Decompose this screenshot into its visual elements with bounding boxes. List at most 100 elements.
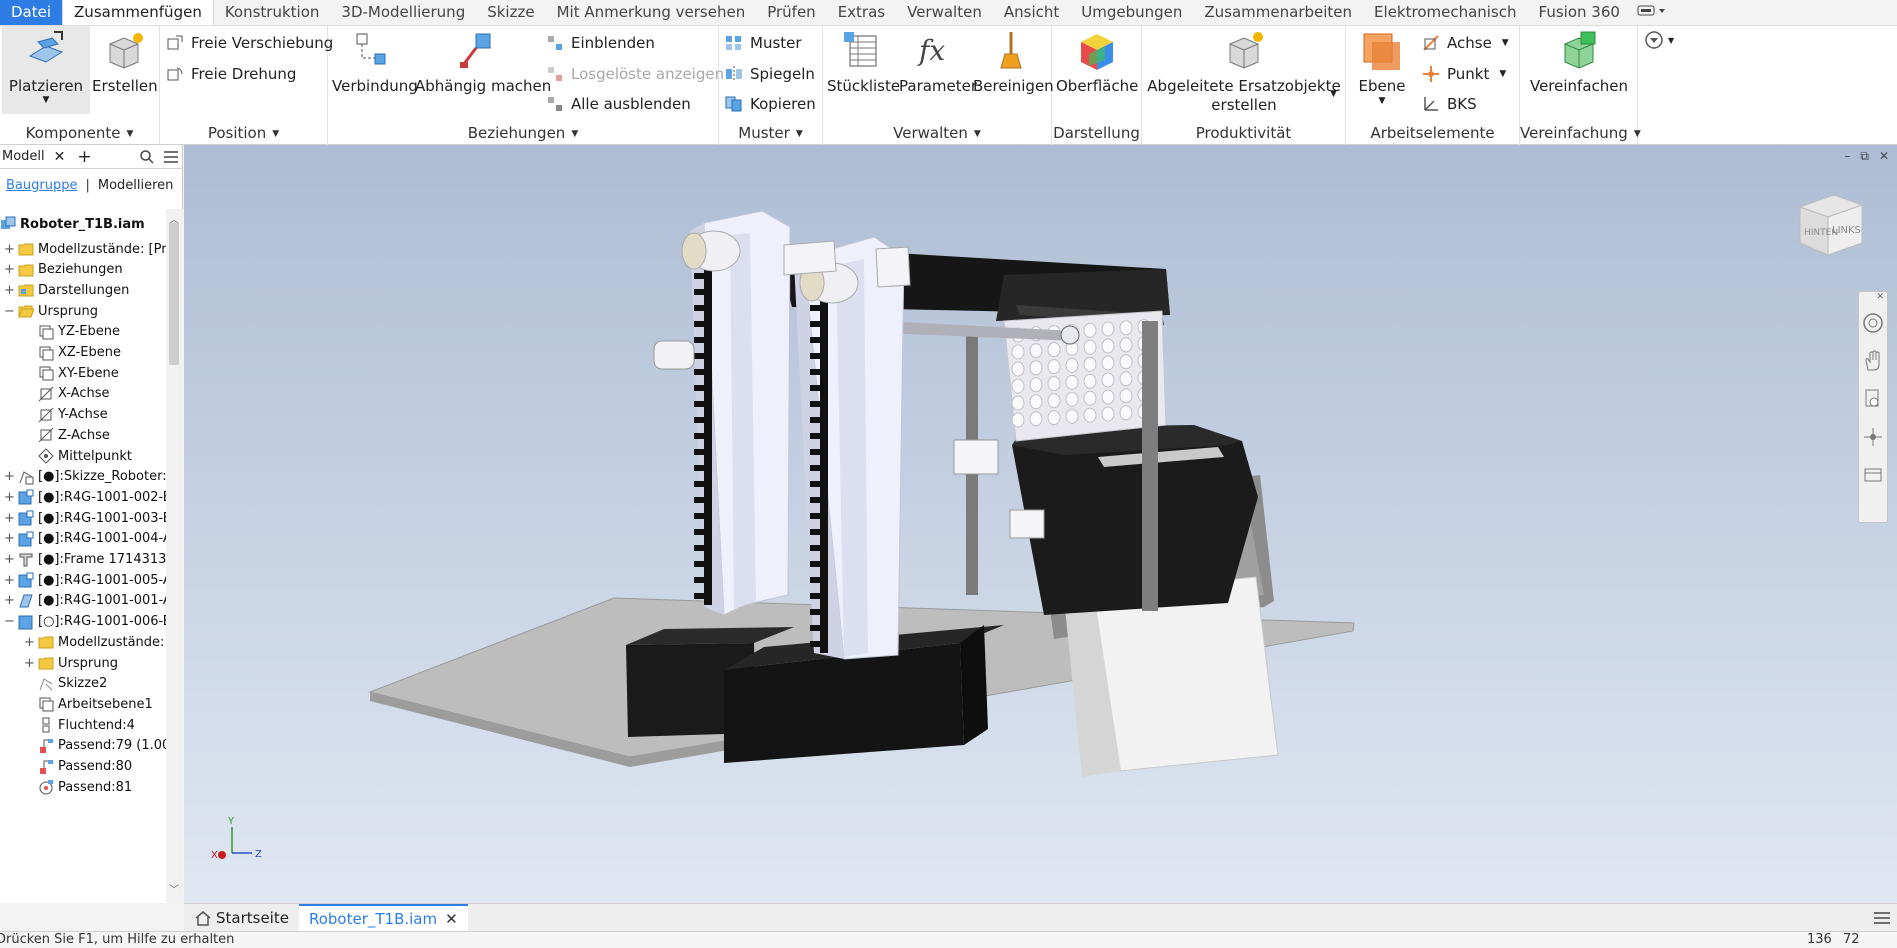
produktivitaet-dropdown-icon[interactable]: ▼ [1330,89,1337,99]
tree-item-part-001[interactable]: + [●]:R4G-1001-001-A_ [4,591,166,611]
minimize-icon[interactable]: – [1844,149,1850,164]
add-tab-icon[interactable]: + [77,147,91,167]
panel-title-vereinfachung[interactable]: Vereinfachung ▼ [1520,122,1641,146]
purge-button[interactable]: Bereinigen [973,30,1054,95]
expand-icon[interactable]: + [24,635,35,650]
expand-icon[interactable]: + [4,283,15,298]
tree-item-z-axis[interactable]: Z-Achse [38,425,110,445]
axis-button[interactable]: Achse ▼ [1422,32,1509,54]
point-button[interactable]: Punkt ▼ [1422,63,1506,85]
tree-item-sub-origin[interactable]: + Ursprung [24,653,118,673]
create-button[interactable]: Erstellen [92,30,158,95]
tree-item-part-003[interactable]: + [●]:R4G-1001-003-B_ [4,508,166,528]
collapse-icon[interactable]: − [4,614,15,629]
close-icon[interactable]: ✕ [445,906,458,932]
tab-startseite[interactable]: Startseite [184,904,299,932]
subtab-baugruppe[interactable]: Baugruppe [0,178,77,193]
nav-close-icon[interactable]: ✕ [1876,292,1884,302]
viewcube-face-links[interactable]: LINKS [1832,225,1861,236]
tree-item-sub-model-states[interactable]: + Modellzustände: [ [24,632,166,652]
graphics-viewport[interactable]: HINTEN LINKS – ⧉ ✕ ✕ Y X Z [184,145,1897,903]
free-move-button[interactable]: Freie Verschiebung [166,32,333,54]
tab-roboter-document[interactable]: Roboter_T1B.iam ✕ [298,903,468,932]
constrain-button[interactable]: Abhängig machen [415,30,551,95]
tree-scrollbar[interactable]: ︿ ﹀ [166,209,183,903]
derived-substitutes-button[interactable]: Abgeleitete Ersatzobjekte erstellen [1142,30,1346,115]
tree-item-part-005[interactable]: + [●]:R4G-1001-005-A_ [4,570,166,590]
steering-wheel-icon[interactable] [1862,312,1884,334]
tree-item-part-002[interactable]: + [●]:R4G-1001-002-B_ [4,487,166,507]
subtab-modellieren[interactable]: Modellieren [98,178,174,193]
place-button[interactable]: Platzieren ▼ [2,26,90,114]
tab-zusammenfuegen[interactable]: Zusammenfügen [62,0,214,25]
panel-title-muster[interactable]: Muster ▼ [719,122,822,146]
tree-item-x-axis[interactable]: X-Achse [38,384,110,404]
tree-item-origin[interactable]: − Ursprung [4,301,98,321]
tab-skizze[interactable]: Skizze [476,0,545,25]
point-dropdown-icon[interactable]: ▼ [1499,69,1506,79]
tree-item-part-004[interactable]: + [●]:R4G-1001-004-A_ [4,529,166,549]
tab-ansicht[interactable]: Ansicht [993,0,1070,25]
panel-title-verwalten[interactable]: Verwalten ▼ [823,122,1051,146]
ribbon-display-toggle[interactable] [1631,0,1673,25]
orbit-icon[interactable] [1862,426,1884,448]
tree-item-mate81[interactable]: Passend:81 [38,777,132,797]
tree-item-y-axis[interactable]: Y-Achse [38,405,108,425]
expand-icon[interactable]: + [4,511,15,526]
tree-item-mate79[interactable]: Passend:79 (1.00 [38,736,166,756]
tree-item-flush4[interactable]: Fluchtend:4 [38,715,135,735]
search-icon[interactable] [139,149,155,165]
tree-item-mate80[interactable]: Passend:80 [38,757,132,777]
joint-button[interactable]: Verbindung [332,30,418,95]
tree-item-relationships[interactable]: + Beziehungen [4,260,123,280]
tree-item-center-point[interactable]: Mittelpunkt [38,446,132,466]
expand-icon[interactable]: + [4,593,15,608]
tree-item-work-plane1[interactable]: Arbeitsebene1 [38,694,153,714]
browser-tab-model[interactable]: Modell [0,149,45,164]
tree-item-yz-plane[interactable]: YZ-Ebene [38,322,120,342]
tab-konstruktion[interactable]: Konstruktion [214,0,331,25]
tab-anmerkung[interactable]: Mit Anmerkung versehen [546,0,757,25]
panel-title-beziehungen[interactable]: Beziehungen ▼ [328,122,718,146]
tab-verwalten[interactable]: Verwalten [896,0,993,25]
expand-icon[interactable]: + [4,573,15,588]
hamburger-menu-icon[interactable] [163,150,179,164]
panel-title-position[interactable]: Position ▼ [160,122,327,146]
axis-dropdown-icon[interactable]: ▼ [1502,38,1509,48]
parameters-button[interactable]: fx Parameter [899,30,977,95]
tab-extras[interactable]: Extras [827,0,896,25]
expand-icon[interactable]: + [4,531,15,546]
close-icon[interactable]: ✕ [1879,149,1889,164]
ucs-button[interactable]: BKS [1422,93,1477,115]
tree-root-assembly[interactable]: Roboter_T1B.iam [0,214,145,234]
panel-title-komponente[interactable]: Komponente ▼ [0,122,159,146]
tree-item-frame[interactable]: + [●]:Frame 17143137 [4,550,166,570]
restore-icon[interactable]: ⧉ [1860,149,1869,164]
document-list-menu-icon[interactable] [1873,911,1891,925]
expand-icon[interactable]: + [4,262,15,277]
quick-access-customize-button[interactable]: ▼ [1644,30,1674,50]
tab-datei[interactable]: Datei [0,0,63,25]
hide-all-button[interactable]: Alle ausblenden [546,93,691,115]
zoom-icon[interactable] [1862,388,1884,410]
tree-item-model-states[interactable]: + Modellzustände: [Prin [4,239,166,259]
tree-item-representations[interactable]: + Darstellungen [4,280,129,300]
tree-item-xz-plane[interactable]: XZ-Ebene [38,343,121,363]
tab-umgebungen[interactable]: Umgebungen [1070,0,1193,25]
expand-icon[interactable]: + [24,656,35,671]
pattern-button[interactable]: Muster [725,32,802,54]
expand-icon[interactable]: + [4,242,15,257]
tree-item-part-006[interactable]: − [○]:R4G-1001-006-B_ [4,612,166,632]
show-sick-button[interactable]: Losgelöste anzeigen [546,63,724,85]
tree-item-sketch-robot[interactable]: + [●]:Skizze_Roboter:1 [4,467,166,487]
view-face-icon[interactable] [1862,464,1884,486]
scroll-thumb[interactable] [169,223,179,365]
tab-fusion-360[interactable]: Fusion 360 [1528,0,1631,25]
plane-button[interactable]: Ebene ▼ [1350,30,1414,107]
plane-dropdown-icon[interactable]: ▼ [1350,95,1414,107]
expand-icon[interactable]: + [4,469,15,484]
mirror-button[interactable]: Spiegeln [725,63,815,85]
bom-button[interactable]: Stückliste [827,30,900,95]
tree-item-sketch2[interactable]: Skizze2 [38,674,107,694]
scroll-down-icon[interactable]: ﹀ [169,881,179,896]
